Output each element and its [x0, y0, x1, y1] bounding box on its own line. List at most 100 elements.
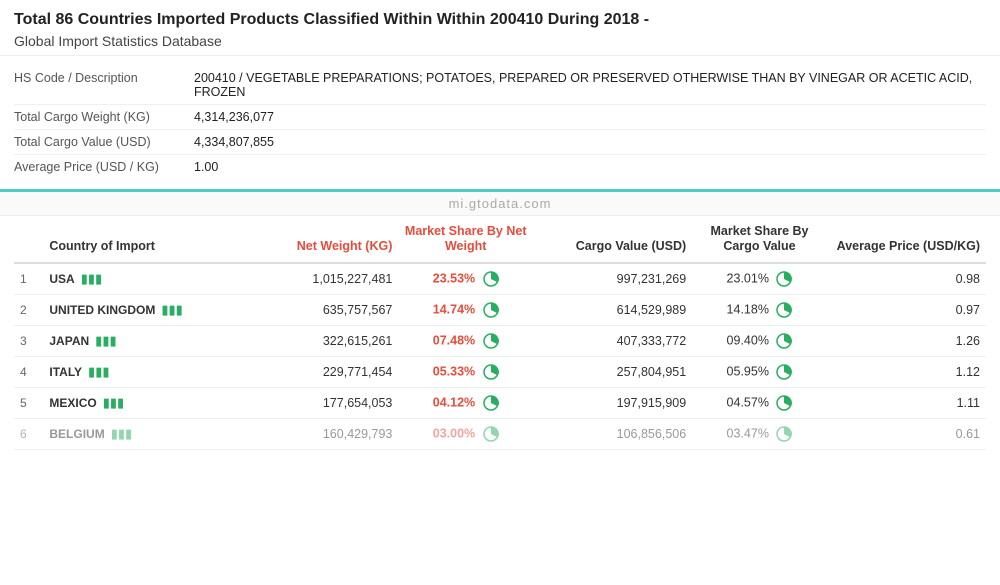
market-share-cv-cell: 05.95%	[692, 356, 827, 387]
country-name: JAPAN	[49, 334, 89, 348]
market-share-cv-cell: 14.18%	[692, 294, 827, 325]
bar-chart-icon[interactable]: ▮▮▮	[88, 364, 109, 380]
market-share-cv-cell: 03.47%	[692, 418, 827, 449]
cargo-value-cell: 614,529,989	[533, 294, 692, 325]
page-subtitle: Global Import Statistics Database	[14, 33, 986, 49]
market-share-nw-value: 04.12%	[433, 395, 475, 409]
country-name: ITALY	[49, 365, 82, 379]
weight-value: 4,314,236,077	[194, 110, 274, 124]
market-share-nw-cell: 14.74%	[398, 294, 533, 325]
import-table: Country of Import Net Weight (KG) Market…	[14, 216, 986, 450]
table-row: 1 USA ▮▮▮ 1,015,227,481 23.53% 997,231,2…	[14, 263, 986, 295]
country-name: BELGIUM	[49, 427, 104, 441]
pie-chart-icon[interactable]	[483, 395, 499, 411]
market-share-nw-value: 03.00%	[433, 426, 475, 440]
pie-chart-icon[interactable]	[776, 364, 792, 380]
avg-price-value: 0.97	[827, 294, 986, 325]
market-share-nw-cell: 07.48%	[398, 325, 533, 356]
table-row: 6 BELGIUM ▮▮▮ 160,429,793 03.00% 106,856…	[14, 418, 986, 449]
country-name: MEXICO	[49, 396, 96, 410]
avg-price-value: 0.61	[827, 418, 986, 449]
market-share-nw-value: 07.48%	[433, 333, 475, 347]
pie-chart-icon[interactable]	[776, 395, 792, 411]
cargo-value-cell: 106,856,506	[533, 418, 692, 449]
col-header-country: Country of Import	[43, 216, 239, 263]
cargo-value-cell: 197,915,909	[533, 387, 692, 418]
info-row-avgprice: Average Price (USD / KG) 1.00	[14, 155, 986, 179]
net-weight-value: 177,654,053	[239, 387, 398, 418]
net-weight-value: 635,757,567	[239, 294, 398, 325]
col-header-num	[14, 216, 43, 263]
market-share-cv-cell: 04.57%	[692, 387, 827, 418]
bar-chart-icon[interactable]: ▮▮▮	[111, 426, 132, 442]
net-weight-value: 229,771,454	[239, 356, 398, 387]
page-title: Total 86 Countries Imported Products Cla…	[14, 10, 986, 31]
pie-chart-icon[interactable]	[776, 333, 792, 349]
avg-price-value: 1.26	[827, 325, 986, 356]
bar-chart-icon[interactable]: ▮▮▮	[95, 333, 116, 349]
pie-chart-icon[interactable]	[483, 426, 499, 442]
pie-chart-icon[interactable]	[776, 271, 792, 287]
net-weight-value: 322,615,261	[239, 325, 398, 356]
avg-price-value: 0.98	[827, 263, 986, 295]
info-row-weight: Total Cargo Weight (KG) 4,314,236,077	[14, 105, 986, 130]
watermark: mi.gtodata.com	[0, 192, 1000, 216]
country-cell: UNITED KINGDOM ▮▮▮	[43, 294, 239, 325]
table-row: 4 ITALY ▮▮▮ 229,771,454 05.33% 257,804,9…	[14, 356, 986, 387]
net-weight-value: 1,015,227,481	[239, 263, 398, 295]
bar-chart-icon[interactable]: ▮▮▮	[103, 395, 124, 411]
market-share-nw-value: 14.74%	[433, 302, 475, 316]
market-share-cv-cell: 23.01%	[692, 263, 827, 295]
row-number: 4	[14, 356, 43, 387]
market-share-nw-cell: 23.53%	[398, 263, 533, 295]
pie-chart-icon[interactable]	[483, 364, 499, 380]
pie-chart-icon[interactable]	[776, 426, 792, 442]
table-row: 5 MEXICO ▮▮▮ 177,654,053 04.12% 197,915,…	[14, 387, 986, 418]
col-header-avgprice: Average Price (USD/KG)	[827, 216, 986, 263]
market-share-nw-value: 05.33%	[433, 364, 475, 378]
avg-price-value: 1.11	[827, 387, 986, 418]
avgprice-label: Average Price (USD / KG)	[14, 160, 194, 174]
avg-price-value: 1.12	[827, 356, 986, 387]
row-number: 6	[14, 418, 43, 449]
pie-chart-icon[interactable]	[776, 302, 792, 318]
market-share-nw-value: 23.53%	[433, 271, 475, 285]
bar-chart-icon[interactable]: ▮▮▮	[81, 271, 102, 287]
cargo-value: 4,334,807,855	[194, 135, 274, 149]
pie-chart-icon[interactable]	[483, 333, 499, 349]
col-header-netweight: Net Weight (KG)	[239, 216, 398, 263]
country-name: UNITED KINGDOM	[49, 303, 155, 317]
avgprice-value: 1.00	[194, 160, 218, 174]
info-section: HS Code / Description 200410 / VEGETABLE…	[0, 56, 1000, 192]
market-share-cv-value: 14.18%	[727, 302, 769, 316]
market-share-nw-cell: 04.12%	[398, 387, 533, 418]
page-header: Total 86 Countries Imported Products Cla…	[0, 0, 1000, 56]
cargo-value-cell: 257,804,951	[533, 356, 692, 387]
row-number: 2	[14, 294, 43, 325]
bar-chart-icon[interactable]: ▮▮▮	[161, 302, 182, 318]
market-share-cv-value: 23.01%	[727, 271, 769, 285]
net-weight-value: 160,429,793	[239, 418, 398, 449]
market-share-cv-cell: 09.40%	[692, 325, 827, 356]
market-share-cv-value: 09.40%	[727, 333, 769, 347]
country-cell: USA ▮▮▮	[43, 263, 239, 295]
pie-chart-icon[interactable]	[483, 302, 499, 318]
market-share-nw-cell: 03.00%	[398, 418, 533, 449]
country-cell: BELGIUM ▮▮▮	[43, 418, 239, 449]
country-name: USA	[49, 272, 74, 286]
info-row-value: Total Cargo Value (USD) 4,334,807,855	[14, 130, 986, 155]
info-row-hs: HS Code / Description 200410 / VEGETABLE…	[14, 66, 986, 105]
row-number: 3	[14, 325, 43, 356]
col-header-mscv: Market Share By Cargo Value	[692, 216, 827, 263]
row-number: 5	[14, 387, 43, 418]
country-cell: JAPAN ▮▮▮	[43, 325, 239, 356]
value-label: Total Cargo Value (USD)	[14, 135, 194, 149]
market-share-cv-value: 03.47%	[727, 426, 769, 440]
table-header-row: Country of Import Net Weight (KG) Market…	[14, 216, 986, 263]
row-number: 1	[14, 263, 43, 295]
title-text: Total 86 Countries Imported Products Cla…	[14, 11, 639, 28]
country-cell: ITALY ▮▮▮	[43, 356, 239, 387]
title-dash: -	[639, 11, 649, 28]
pie-chart-icon[interactable]	[483, 271, 499, 287]
data-table-wrapper: Country of Import Net Weight (KG) Market…	[0, 216, 1000, 450]
